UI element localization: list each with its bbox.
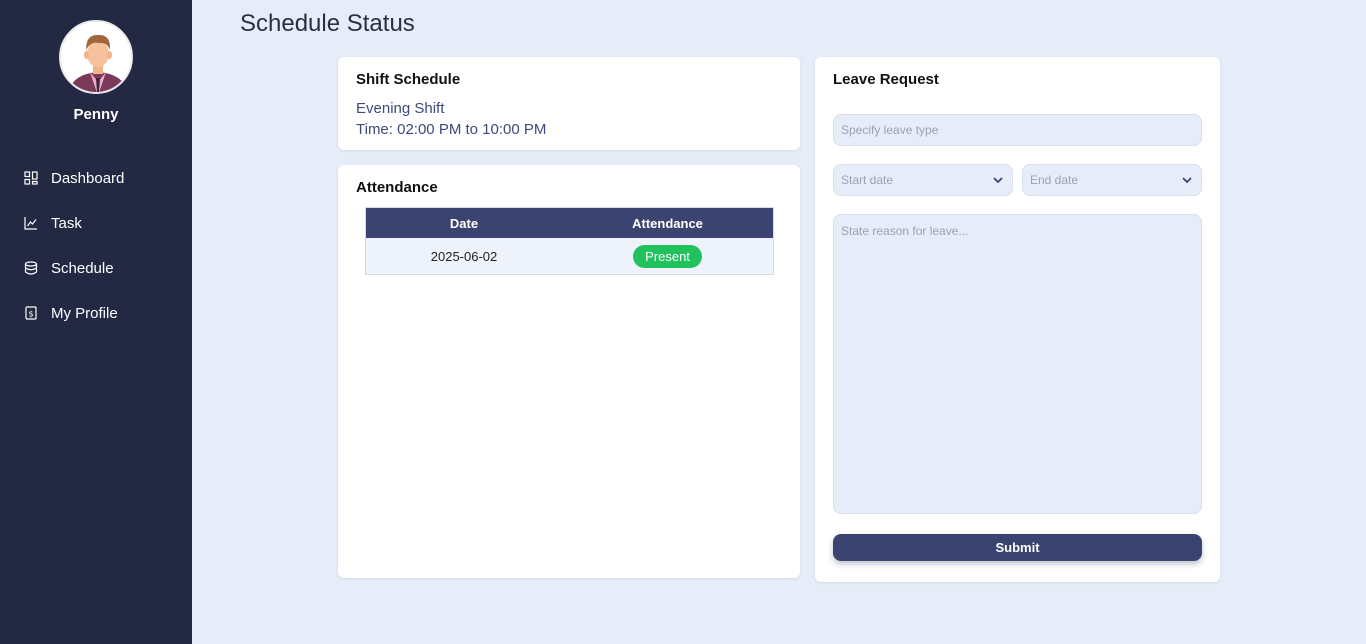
attendance-date: 2025-06-02 (430, 248, 498, 264)
shift-name: Evening Shift (356, 100, 445, 117)
column-header-attendance: Attendance (632, 215, 703, 231)
shift-schedule-card: Shift Schedule Evening Shift Time: 02:00… (338, 57, 800, 150)
column-header-date: Date (449, 215, 479, 231)
person-avatar-icon (61, 22, 131, 92)
sidebar-item-label: Schedule (51, 259, 114, 277)
chart-line-icon (24, 216, 38, 230)
end-date-placeholder: End date (1030, 173, 1079, 187)
database-icon (24, 261, 38, 275)
sidebar-item-label: Task (51, 214, 82, 232)
user-name: Penny (73, 106, 119, 123)
chevron-down-icon (1182, 177, 1192, 184)
sidebar-item-task[interactable]: Task (24, 211, 82, 235)
sidebar-item-label: My Profile (51, 304, 118, 322)
start-date-select[interactable]: Start date (833, 164, 1013, 196)
table-row: 2025-06-02 Present (366, 238, 773, 274)
leave-type-input[interactable]: Specify leave type (833, 114, 1202, 146)
status-badge: Present (633, 244, 702, 268)
start-date-placeholder: Start date (841, 173, 894, 187)
sidebar-item-dashboard[interactable]: Dashboard (24, 166, 124, 190)
attendance-table: Date Attendance 2025-06-02 Present (365, 207, 774, 275)
attendance-card: Attendance Date Attendance 2025-06-02 Pr… (338, 165, 800, 578)
sidebar: Penny Dashboard Task Schedule $ My Profi… (0, 0, 192, 644)
submit-button[interactable]: Submit (833, 534, 1202, 561)
sidebar-item-schedule[interactable]: Schedule (24, 256, 114, 280)
table-header: Date Attendance (366, 208, 773, 238)
end-date-select[interactable]: End date (1022, 164, 1202, 196)
avatar (59, 20, 133, 94)
shift-time: Time: 02:00 PM to 10:00 PM (356, 121, 547, 138)
attendance-title: Attendance (356, 179, 438, 196)
dashboard-icon (24, 171, 38, 185)
sidebar-item-label: Dashboard (51, 169, 125, 187)
leave-request-title: Leave Request (833, 71, 939, 88)
shift-schedule-title: Shift Schedule (356, 71, 461, 88)
chevron-down-icon (993, 177, 1003, 184)
attendance-status-cell: Present (562, 238, 773, 274)
svg-text:$: $ (28, 310, 33, 319)
leave-reason-textarea[interactable]: State reason for leave... (833, 214, 1202, 514)
sidebar-item-my-profile[interactable]: $ My Profile (24, 301, 118, 325)
leave-request-card: Leave Request Specify leave type Start d… (815, 57, 1220, 582)
page-title: Schedule Status (240, 10, 415, 37)
dollar-document-icon: $ (24, 306, 38, 320)
